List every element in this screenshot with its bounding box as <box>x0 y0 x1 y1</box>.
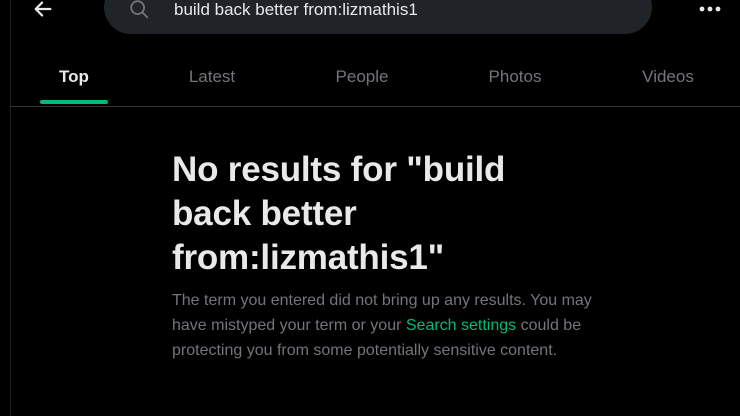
search-tabs: Top Latest People Photos Videos <box>10 48 740 107</box>
more-options-button[interactable] <box>694 0 726 22</box>
more-horizontal-icon <box>699 6 721 12</box>
back-button[interactable] <box>28 0 58 24</box>
search-bar[interactable] <box>104 0 652 34</box>
search-icon <box>130 0 149 19</box>
tab-people[interactable]: People <box>300 48 424 106</box>
search-settings-link[interactable]: Search settings <box>406 317 516 334</box>
active-tab-indicator <box>40 100 108 104</box>
tab-photos[interactable]: Photos <box>453 48 577 106</box>
tab-label: People <box>335 67 389 86</box>
no-results-title: No results for "build back better from:l… <box>172 150 506 277</box>
tab-videos[interactable]: Videos <box>606 48 730 106</box>
tab-label: Latest <box>188 67 236 86</box>
search-input[interactable] <box>174 0 634 21</box>
tab-latest[interactable]: Latest <box>150 48 274 106</box>
tab-label: Top <box>59 67 89 86</box>
no-results-description: The term you entered did not bring up an… <box>172 288 592 363</box>
arrow-left-icon <box>34 1 52 17</box>
tab-label: Videos <box>642 67 694 86</box>
tab-top[interactable]: Top <box>10 48 138 106</box>
tab-label: Photos <box>488 67 542 86</box>
